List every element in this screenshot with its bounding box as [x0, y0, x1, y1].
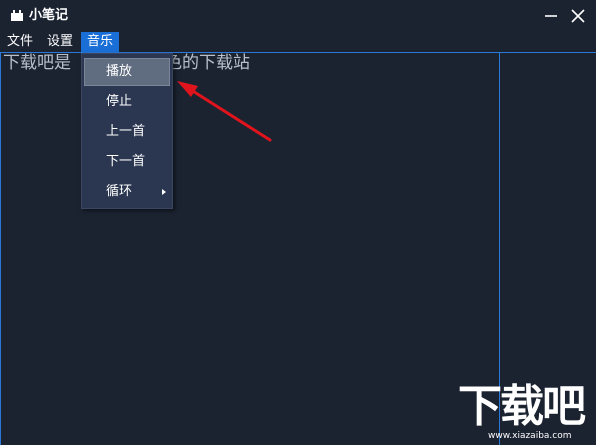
notebook-icon: [11, 10, 23, 21]
menu-music[interactable]: 音乐: [81, 32, 119, 52]
window-title: 小笔记: [29, 8, 69, 23]
submenu-arrow-icon: [162, 189, 166, 195]
menu-settings[interactable]: 设置: [44, 32, 76, 52]
menu-item-loop[interactable]: 循环: [84, 178, 170, 206]
editor-left-border: [0, 52, 1, 445]
menu-file[interactable]: 文件: [4, 32, 36, 52]
watermark-url: www.xiazaiba.com: [488, 431, 572, 441]
editor-text-end: 色的下载站: [165, 53, 250, 73]
menu-item-next[interactable]: 下一首: [84, 148, 170, 176]
menu-item-loop-label: 循环: [106, 184, 133, 199]
editor-text-start: 下载吧是: [3, 53, 71, 73]
menu-item-play[interactable]: 播放: [84, 58, 170, 86]
watermark-logo: 下载吧 www.xiazaiba.com: [458, 382, 594, 442]
close-icon: [571, 9, 585, 23]
watermark-title: 下载吧: [458, 381, 586, 432]
music-dropdown-menu: 播放 停止 上一首 下一首 循环: [81, 53, 173, 209]
close-button[interactable]: [569, 7, 587, 25]
menu-item-previous[interactable]: 上一首: [84, 118, 170, 146]
minimize-button[interactable]: [542, 7, 560, 25]
menu-item-stop[interactable]: 停止: [84, 88, 170, 116]
menu-bar: 文件 设置 音乐: [0, 32, 596, 52]
title-bar: 小笔记: [0, 0, 596, 32]
minimize-icon: [545, 15, 557, 17]
